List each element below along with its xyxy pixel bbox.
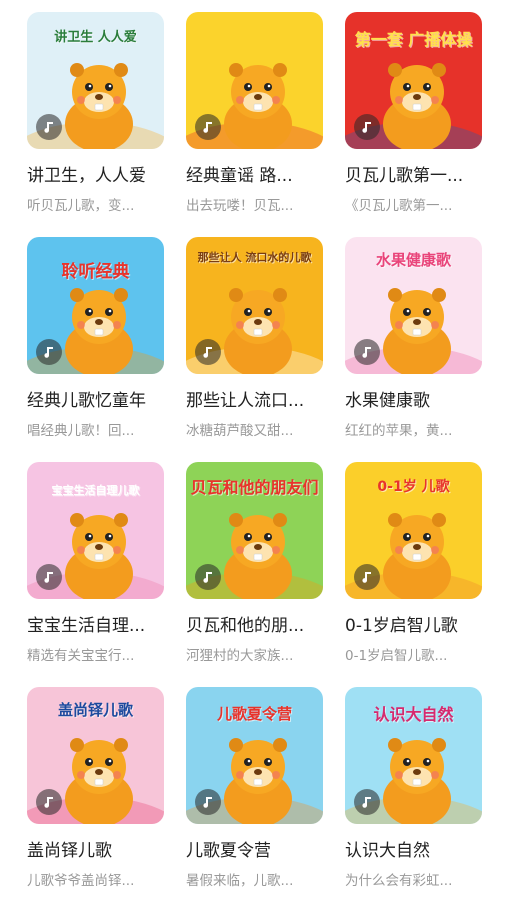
album-desc: 0-1岁启智儿歌...	[345, 648, 448, 664]
album-cover[interactable]: 宝宝生活自理儿歌	[27, 462, 164, 599]
album-card[interactable]: 讲卫生 人人爱 讲卫生，人人爱 听贝瓦儿歌，变...	[27, 12, 164, 237]
album-cover-text: 0-1岁 儿歌	[377, 479, 450, 495]
play-icon[interactable]	[354, 339, 380, 365]
play-icon[interactable]	[36, 339, 62, 365]
album-desc: 红红的苹果，黄...	[345, 423, 453, 439]
play-icon[interactable]	[195, 564, 221, 590]
album-desc: 儿歌爷爷盖尚铎...	[27, 873, 135, 889]
album-cover-text: 水果健康歌	[375, 251, 451, 269]
album-card[interactable]: 盖尚铎儿歌 盖尚铎儿歌 儿歌爷爷盖尚铎...	[27, 687, 164, 912]
album-cover-text: 那些让人 流口水的儿歌	[197, 251, 312, 264]
album-cover-text: 盖尚铎儿歌	[57, 701, 133, 719]
album-title[interactable]: 经典童谣 路...	[186, 165, 323, 187]
album-cover[interactable]: 聆听经典	[27, 237, 164, 374]
album-card[interactable]: 水果健康歌 水果健康歌 红红的苹果，黄...	[345, 237, 482, 462]
album-card[interactable]: 儿歌夏令营 儿歌夏令营 暑假来临，儿歌...	[186, 687, 323, 912]
play-icon[interactable]	[36, 114, 62, 140]
album-desc: 出去玩喽！贝瓦...	[186, 198, 294, 214]
album-card[interactable]: 聆听经典 经典儿歌忆童年 唱经典儿歌！回...	[27, 237, 164, 462]
album-title[interactable]: 贝瓦和他的朋...	[186, 615, 323, 637]
album-card[interactable]: 认识大自然 认识大自然 为什么会有彩虹...	[345, 687, 482, 912]
album-title[interactable]: 认识大自然	[345, 840, 482, 862]
album-card[interactable]: 贝瓦和他的朋友们 贝瓦和他的朋... 河狸村的大家族...	[186, 462, 323, 687]
album-desc: 河狸村的大家族...	[186, 648, 294, 664]
album-title[interactable]: 贝瓦儿歌第一...	[345, 165, 482, 187]
album-desc: 暑假来临，儿歌...	[186, 873, 294, 889]
play-icon[interactable]	[354, 789, 380, 815]
album-cover[interactable]: 认识大自然	[345, 687, 482, 824]
album-card[interactable]: 那些让人 流口水的儿歌 那些让人流口... 冰糖葫芦酸又甜...	[186, 237, 323, 462]
album-cover[interactable]: 贝瓦和他的朋友们	[186, 462, 323, 599]
album-title[interactable]: 经典儿歌忆童年	[27, 390, 164, 412]
album-desc: 为什么会有彩虹...	[345, 873, 453, 889]
album-card[interactable]: 第一套 广播体操 贝瓦儿歌第一... 《贝瓦儿歌第一...	[345, 12, 482, 237]
album-card[interactable]: 经典童谣 路... 出去玩喽！贝瓦...	[186, 12, 323, 237]
play-icon[interactable]	[354, 564, 380, 590]
album-desc: 冰糖葫芦酸又甜...	[186, 423, 294, 439]
album-title[interactable]: 那些让人流口...	[186, 390, 323, 412]
album-cover-text: 宝宝生活自理儿歌	[51, 484, 140, 497]
album-cover[interactable]: 第一套 广播体操	[345, 12, 482, 149]
album-cover-text: 聆听经典	[61, 262, 130, 282]
album-cover[interactable]: 讲卫生 人人爱	[27, 12, 164, 149]
album-grid: 讲卫生 人人爱 讲卫生，人人爱 听贝瓦儿歌，变... 经典童谣 路... 出去玩…	[27, 12, 482, 912]
album-cover-text: 认识大自然	[373, 705, 454, 724]
album-title[interactable]: 水果健康歌	[345, 390, 482, 412]
play-icon[interactable]	[36, 564, 62, 590]
album-cover[interactable]	[186, 12, 323, 149]
play-icon[interactable]	[36, 789, 62, 815]
album-cover-text: 贝瓦和他的朋友们	[190, 478, 319, 497]
album-cover[interactable]: 盖尚铎儿歌	[27, 687, 164, 824]
album-desc: 《贝瓦儿歌第一...	[345, 198, 453, 214]
play-icon[interactable]	[195, 339, 221, 365]
album-desc: 唱经典儿歌！回...	[27, 423, 135, 439]
album-card[interactable]: 宝宝生活自理儿歌 宝宝生活自理... 精选有关宝宝行...	[27, 462, 164, 687]
play-icon[interactable]	[195, 789, 221, 815]
album-title[interactable]: 0-1岁启智儿歌	[345, 615, 482, 637]
album-cover[interactable]: 儿歌夏令营	[186, 687, 323, 824]
album-cover[interactable]: 水果健康歌	[345, 237, 482, 374]
album-title[interactable]: 宝宝生活自理...	[27, 615, 164, 637]
album-cover-text: 讲卫生 人人爱	[54, 30, 137, 45]
album-title[interactable]: 盖尚铎儿歌	[27, 840, 164, 862]
play-icon[interactable]	[354, 114, 380, 140]
play-icon[interactable]	[195, 114, 221, 140]
album-desc: 听贝瓦儿歌，变...	[27, 198, 135, 214]
album-cover-text: 第一套 广播体操	[354, 30, 473, 49]
album-title[interactable]: 儿歌夏令营	[186, 840, 323, 862]
album-cover[interactable]: 那些让人 流口水的儿歌	[186, 237, 323, 374]
album-card[interactable]: 0-1岁 儿歌 0-1岁启智儿歌 0-1岁启智儿歌...	[345, 462, 482, 687]
album-desc: 精选有关宝宝行...	[27, 648, 135, 664]
album-cover[interactable]: 0-1岁 儿歌	[345, 462, 482, 599]
album-cover-text: 儿歌夏令营	[216, 705, 292, 723]
album-title[interactable]: 讲卫生，人人爱	[27, 165, 164, 187]
